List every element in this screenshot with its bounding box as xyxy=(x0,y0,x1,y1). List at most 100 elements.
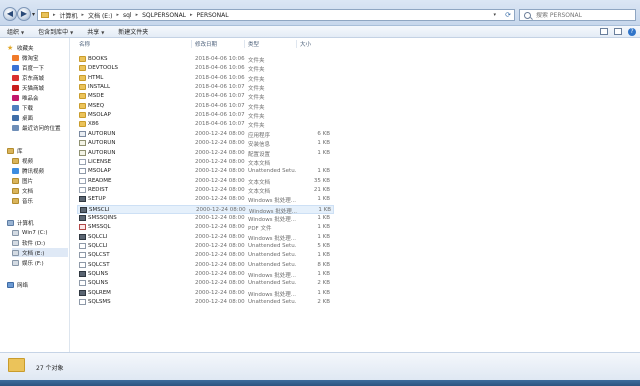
nav-lib-item[interactable]: 图片 xyxy=(12,176,33,185)
file-row[interactable]: SMSCLI 2000-12-24 08:00 Windows 批处理... 1 KB xyxy=(77,204,334,215)
search-input[interactable] xyxy=(536,11,632,19)
include-in-library-menu[interactable]: 包含到库中 ▼ xyxy=(38,27,73,36)
file-date: 2018-04-06 10:07 xyxy=(195,84,245,91)
new-folder-button[interactable]: 新建文件夹 xyxy=(118,27,148,36)
nav-libraries[interactable]: 库 xyxy=(7,146,23,155)
nav-drive-c[interactable]: Win7 (C:) xyxy=(12,228,48,237)
address-bar[interactable]: ▸ 计算机 ▸ 文档 (E:) ▸ sql ▸ SQLPERSONAL ▸ PE… xyxy=(37,9,515,21)
nav-drive-f[interactable]: 娱乐 (F:) xyxy=(12,258,44,267)
nav-fav-recent[interactable]: 最近访问的位置 xyxy=(12,123,61,132)
file-row[interactable]: SQLCLI 2000-12-24 08:00 Unattended Setu...… xyxy=(77,242,334,251)
download-icon xyxy=(12,104,19,111)
library-icon xyxy=(7,147,14,154)
file-row[interactable]: SQLREM 2000-12-24 08:00 Windows 批处理... 1 KB xyxy=(77,289,334,298)
refresh-icon[interactable]: ⟳ xyxy=(505,11,511,19)
file-row[interactable]: SQLINS 2000-12-24 08:00 Windows 批处理... 1 KB xyxy=(77,270,334,279)
file-row[interactable]: X86 2018-04-06 10:07 文件夹 xyxy=(77,120,334,129)
file-row[interactable]: AUTORUN 2000-12-24 08:00 应用程序 6 KB xyxy=(77,130,334,139)
file-date: 2000-12-24 08:00 xyxy=(195,271,245,278)
file-row[interactable]: SQLCLI 2000-12-24 08:00 Windows 批处理... 1 KB xyxy=(77,233,334,242)
nav-computer[interactable]: 计算机 xyxy=(7,218,34,227)
file-row[interactable]: SQLSMS 2000-12-24 08:00 Unattended Setu...… xyxy=(77,298,334,307)
file-name: REDIST xyxy=(88,186,109,193)
file-type: 文件夹 xyxy=(248,95,265,102)
column-header-size[interactable]: 大小 xyxy=(300,40,311,49)
nav-fav-downloads[interactable]: 下载 xyxy=(12,103,33,112)
breadcrumb-personal[interactable]: PERSONAL xyxy=(195,12,231,19)
app-icon xyxy=(79,130,86,137)
breadcrumb-sqlpersonal[interactable]: SQLPERSONAL xyxy=(140,12,188,19)
file-type: 文件夹 xyxy=(248,67,265,74)
file-type: 安装信息 xyxy=(248,142,271,149)
file-date: 2000-12-24 08:00 xyxy=(195,214,245,221)
nav-lib-item[interactable]: 音乐 xyxy=(12,196,33,205)
view-options-icon[interactable] xyxy=(600,28,608,35)
nav-drive-e[interactable]: 文档 (E:) xyxy=(12,248,68,257)
file-row[interactable]: SMSSQL 2000-12-24 08:00 PDF 文件 1 KB xyxy=(77,223,334,232)
computer-icon xyxy=(7,219,14,226)
nav-lib-item[interactable]: 视频 xyxy=(12,156,33,165)
file-row[interactable]: SMSSQINS 2000-12-24 08:00 Windows 批处理... 1 … xyxy=(77,214,334,223)
file-size: 35 KB xyxy=(313,177,330,184)
column-header-name[interactable]: 名称 xyxy=(79,40,90,49)
file-row[interactable]: HTML 2018-04-06 10:06 文件夹 xyxy=(77,74,334,83)
file-row[interactable]: MSOLAP 2000-12-24 08:00 Unattended Setu...… xyxy=(77,167,334,176)
nav-lib-item[interactable]: 文档 xyxy=(12,186,33,195)
breadcrumb-computer[interactable]: 计算机 xyxy=(58,11,80,20)
help-icon[interactable]: ? xyxy=(628,28,636,36)
file-row[interactable]: README 2000-12-24 08:00 文本文档 35 KB xyxy=(77,177,334,186)
drive-icon xyxy=(12,249,19,256)
file-row[interactable]: REDIST 2000-12-24 08:00 文本文档 21 KB xyxy=(77,186,334,195)
nav-favorites[interactable]: ★ 收藏夹 xyxy=(7,43,34,52)
preview-pane-icon[interactable] xyxy=(614,28,622,35)
file-name: HTML xyxy=(88,74,104,81)
nav-network[interactable]: 网络 xyxy=(7,280,28,289)
file-name: MSOLAP xyxy=(88,112,111,119)
file-row[interactable]: AUTORUN 2000-12-24 08:00 配置设置 1 KB xyxy=(77,149,334,158)
recent-pages-dropdown[interactable]: ▾ xyxy=(32,11,35,18)
nav-lib-item[interactable]: 腾讯视频 xyxy=(12,166,44,175)
chevron-down-icon[interactable]: ▾ xyxy=(493,12,496,18)
shortcut-icon xyxy=(12,74,19,81)
file-date: 2018-04-06 10:06 xyxy=(195,56,245,62)
file-type: Windows 批处理... xyxy=(248,216,296,223)
file-size: 1 KB xyxy=(318,206,331,213)
file-size: 1 KB xyxy=(317,233,330,240)
nav-fav-item[interactable]: 微淘宝 xyxy=(12,53,39,62)
nav-fav-item[interactable]: 京东商城 xyxy=(12,73,44,82)
video-library-icon xyxy=(12,157,19,164)
file-name: SQLINS xyxy=(88,271,109,278)
file-row[interactable]: SQLINS 2000-12-24 08:00 Unattended Setu...… xyxy=(77,279,334,288)
file-row[interactable]: SETUP 2000-12-24 08:00 Windows 批处理... 1 KB xyxy=(77,195,334,204)
column-header-type[interactable]: 类型 xyxy=(248,40,259,49)
file-row[interactable]: BOOKS 2018-04-06 10:06 文件夹 xyxy=(77,55,334,64)
file-row[interactable]: MSDE 2018-04-06 10:07 文件夹 xyxy=(77,92,334,101)
file-row[interactable]: LICENSE 2000-12-24 08:00 文本文档 xyxy=(77,158,334,167)
title-bar: ◀ ▶ ▾ ▸ 计算机 ▸ 文档 (E:) ▸ sql ▸ SQLPERSONA… xyxy=(0,0,640,26)
share-menu[interactable]: 共享 ▼ xyxy=(87,27,104,36)
nav-fav-item[interactable]: 天猫商城 xyxy=(12,83,44,92)
file-row[interactable]: AUTORUN 2000-12-24 08:00 安装信息 1 KB xyxy=(77,139,334,148)
breadcrumb-sql[interactable]: sql xyxy=(121,12,134,19)
back-button[interactable]: ◀ xyxy=(3,7,17,21)
file-row[interactable]: DEVTOOLS 2018-04-06 10:06 文件夹 xyxy=(77,64,334,73)
forward-button[interactable]: ▶ xyxy=(17,7,31,21)
file-date: 2000-12-24 08:00 xyxy=(195,261,245,268)
search-box[interactable] xyxy=(519,9,636,21)
column-header-date[interactable]: 修改日期 xyxy=(195,40,217,49)
file-row[interactable]: SQLCST 2000-12-24 08:00 Unattended Setu...… xyxy=(77,251,334,260)
file-name: AUTORUN xyxy=(88,130,116,137)
file-row[interactable]: INSTALL 2018-04-06 10:07 文件夹 xyxy=(77,83,334,92)
organize-menu[interactable]: 组织 ▼ xyxy=(7,27,24,36)
file-size: 8 KB xyxy=(317,261,330,268)
file-row[interactable]: MSOLAP 2018-04-06 10:07 文件夹 xyxy=(77,111,334,120)
file-row[interactable]: SQLCST 2000-12-24 08:00 Unattended Setu...… xyxy=(77,261,334,270)
breadcrumb-drive-e[interactable]: 文档 (E:) xyxy=(86,11,114,20)
nav-fav-desktop[interactable]: 桌面 xyxy=(12,113,33,122)
file-name: SQLCLI xyxy=(88,233,108,240)
file-row[interactable]: MSEQ 2018-04-06 10:07 文件夹 xyxy=(77,102,334,111)
nav-drive-d[interactable]: 软件 (D:) xyxy=(12,238,45,247)
nav-fav-item[interactable]: 百度一下 xyxy=(12,63,44,72)
nav-fav-item[interactable]: 唯品会 xyxy=(12,93,39,102)
video-library-icon xyxy=(12,167,19,174)
